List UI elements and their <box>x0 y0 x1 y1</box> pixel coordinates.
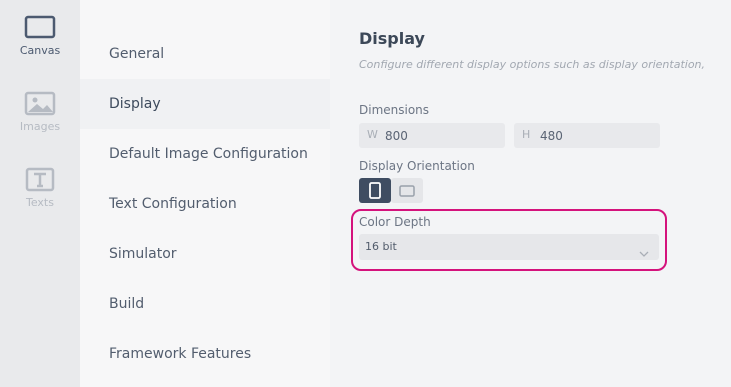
orientation-landscape-button[interactable] <box>391 178 423 203</box>
width-field: W <box>359 123 505 148</box>
rail-item-canvas[interactable]: Canvas <box>0 15 80 57</box>
page-subtitle: Configure different display options such… <box>359 58 706 71</box>
canvas-icon <box>0 15 80 41</box>
color-depth-select[interactable]: 16 bit <box>359 234 659 260</box>
nav-item-text-configuration[interactable]: Text Configuration <box>80 179 330 229</box>
tool-rail: Canvas Images Texts <box>0 0 80 387</box>
dimensions-label: Dimensions <box>359 103 430 117</box>
color-depth-value: 16 bit <box>365 240 397 253</box>
nav-item-simulator[interactable]: Simulator <box>80 229 330 279</box>
chevron-down-icon <box>639 243 649 262</box>
nav-item-build[interactable]: Build <box>80 279 330 329</box>
rail-item-texts[interactable]: Texts <box>0 167 80 209</box>
display-orientation-label: Display Orientation <box>359 159 475 173</box>
rail-item-label: Canvas <box>19 44 61 57</box>
height-prefix: H <box>522 128 531 141</box>
page-title: Display <box>359 29 425 48</box>
orientation-portrait-button[interactable] <box>359 178 391 203</box>
width-input[interactable] <box>385 123 485 148</box>
nav-item-default-image-configuration[interactable]: Default Image Configuration <box>80 129 330 179</box>
text-icon <box>0 167 80 193</box>
nav-item-general[interactable]: General <box>80 29 330 79</box>
nav-item-framework-features[interactable]: Framework Features <box>80 329 330 379</box>
height-field: H <box>514 123 660 148</box>
rail-item-label: Images <box>19 120 61 133</box>
nav-item-display[interactable]: Display <box>80 79 330 129</box>
image-icon <box>0 91 80 117</box>
width-prefix: W <box>367 128 378 141</box>
height-input[interactable] <box>540 123 640 148</box>
rail-item-label: Texts <box>26 196 54 209</box>
settings-nav: General Display Default Image Configurat… <box>80 0 330 387</box>
rail-item-images[interactable]: Images <box>0 91 80 133</box>
color-depth-label: Color Depth <box>359 215 431 229</box>
display-settings-panel: Display Configure different display opti… <box>330 0 731 387</box>
